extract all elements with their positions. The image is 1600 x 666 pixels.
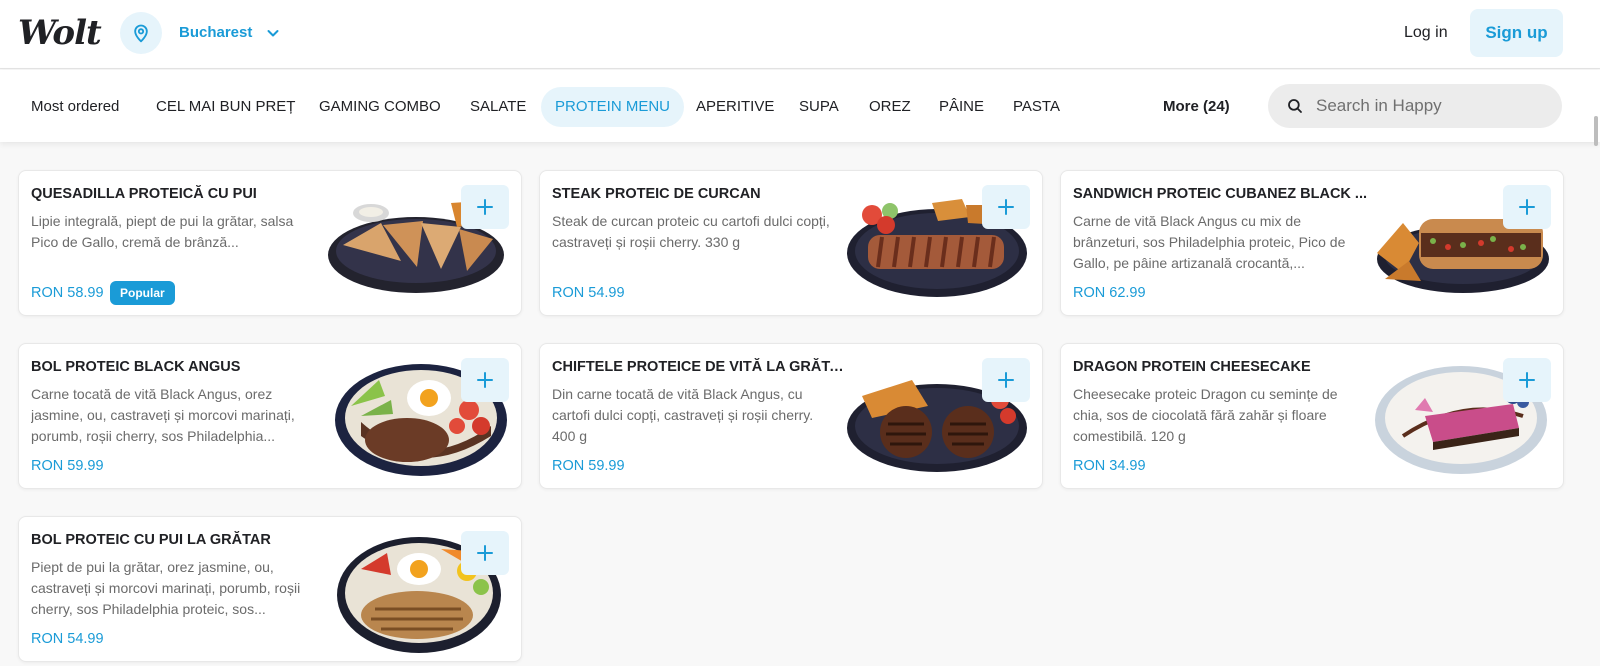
item-title: QUESADILLA PROTEICĂ CU PUI: [31, 186, 257, 202]
item-price: RON 59.99: [552, 458, 625, 474]
category-orez[interactable]: OREZ: [855, 87, 925, 127]
search-box[interactable]: [1268, 84, 1562, 128]
add-to-cart-button[interactable]: [461, 531, 509, 575]
plus-icon: [998, 199, 1014, 215]
plus-icon: [477, 199, 493, 215]
menu-item-card[interactable]: BOL PROTEIC CU PUI LA GRĂTAR Piept de pu…: [18, 516, 522, 662]
item-title: SANDWICH PROTEIC CUBANEZ BLACK ...: [1073, 186, 1368, 202]
item-price: RON 54.99: [552, 285, 625, 301]
add-to-cart-button[interactable]: [982, 185, 1030, 229]
plus-icon: [477, 545, 493, 561]
menu-item-card[interactable]: QUESADILLA PROTEICĂ CU PUI Lipie integra…: [18, 170, 522, 316]
item-description: Cheesecake proteic Dragon cu semințe de …: [1073, 386, 1338, 444]
add-to-cart-button[interactable]: [1503, 358, 1551, 402]
item-title: DRAGON PROTEIN CHEESECAKE: [1073, 359, 1311, 375]
item-description: Piept de pui la grătar, orez jasmine, ou…: [31, 559, 301, 617]
category-cel-mai-bun-pret[interactable]: CEL MAI BUN PREȚ: [142, 87, 309, 127]
map-pin-icon: [134, 24, 148, 43]
item-description: Carne de vită Black Angus cu mix de brân…: [1073, 213, 1346, 271]
item-title: BOL PROTEIC BLACK ANGUS: [31, 359, 241, 375]
category-supa[interactable]: SUPA: [785, 87, 853, 127]
menu-item-card[interactable]: BOL PROTEIC BLACK ANGUS Carne tocată de …: [18, 343, 522, 489]
category-pasta[interactable]: PASTA: [999, 87, 1074, 127]
location-button[interactable]: [120, 12, 162, 54]
wolt-logo[interactable]: Wolt: [18, 13, 102, 53]
item-description: Steak de curcan proteic cu cartofi dulci…: [552, 213, 830, 250]
plus-icon: [998, 372, 1014, 388]
menu-item-card[interactable]: STEAK PROTEIC DE CURCAN Steak de curcan …: [539, 170, 1043, 316]
item-title: STEAK PROTEIC DE CURCAN: [552, 186, 761, 202]
item-title: CHIFTELE PROTEICE DE VITĂ LA GRĂTAR: [552, 359, 848, 375]
chevron-down-icon[interactable]: [265, 25, 281, 41]
add-to-cart-button[interactable]: [461, 185, 509, 229]
top-header: Wolt Bucharest Log in Sign up: [0, 0, 1600, 69]
category-protein-menu[interactable]: PROTEIN MENU: [541, 87, 685, 127]
item-description: Lipie integrală, piept de pui la grătar,…: [31, 213, 294, 250]
item-price: RON 62.99: [1073, 285, 1146, 301]
menu-item-card[interactable]: CHIFTELE PROTEICE DE VITĂ LA GRĂTAR Din …: [539, 343, 1043, 489]
menu-item-card[interactable]: DRAGON PROTEIN CHEESECAKE Cheesecake pro…: [1060, 343, 1564, 489]
signup-button[interactable]: Sign up: [1470, 9, 1563, 57]
category-nav: Most ordered CEL MAI BUN PREȚ GAMING COM…: [0, 70, 1600, 142]
item-title: BOL PROTEIC CU PUI LA GRĂTAR: [31, 532, 271, 548]
item-price: RON 59.99: [31, 458, 104, 474]
scrollbar-thumb[interactable]: [1594, 116, 1598, 146]
item-price: RON 54.99: [31, 631, 104, 647]
item-price: RON 58.99: [31, 285, 104, 301]
search-icon: [1288, 99, 1302, 113]
popular-badge: Popular: [110, 281, 175, 305]
plus-icon: [1519, 199, 1535, 215]
add-to-cart-button[interactable]: [982, 358, 1030, 402]
plus-icon: [477, 372, 493, 388]
add-to-cart-button[interactable]: [1503, 185, 1551, 229]
category-most-ordered[interactable]: Most ordered: [17, 87, 133, 127]
plus-icon: [1519, 372, 1535, 388]
category-gaming-combo[interactable]: GAMING COMBO: [305, 87, 455, 127]
item-price: RON 34.99: [1073, 458, 1146, 474]
item-description: Din carne tocată de vită Black Angus, cu…: [552, 386, 814, 444]
item-description: Carne tocată de vită Black Angus, orez j…: [31, 386, 295, 444]
category-paine[interactable]: PÂINE: [925, 87, 998, 127]
app-root: Wolt Bucharest Log in Sign up Most order…: [0, 0, 1600, 666]
city-selector[interactable]: Bucharest: [179, 23, 252, 43]
search-input[interactable]: [1316, 96, 1546, 116]
category-salate[interactable]: SALATE: [456, 87, 540, 127]
more-categories-button[interactable]: More (24): [1163, 87, 1230, 127]
menu-item-card[interactable]: SANDWICH PROTEIC CUBANEZ BLACK ... Carne…: [1060, 170, 1564, 316]
category-aperitive[interactable]: APERITIVE: [682, 87, 788, 127]
login-link[interactable]: Log in: [1404, 22, 1448, 44]
add-to-cart-button[interactable]: [461, 358, 509, 402]
